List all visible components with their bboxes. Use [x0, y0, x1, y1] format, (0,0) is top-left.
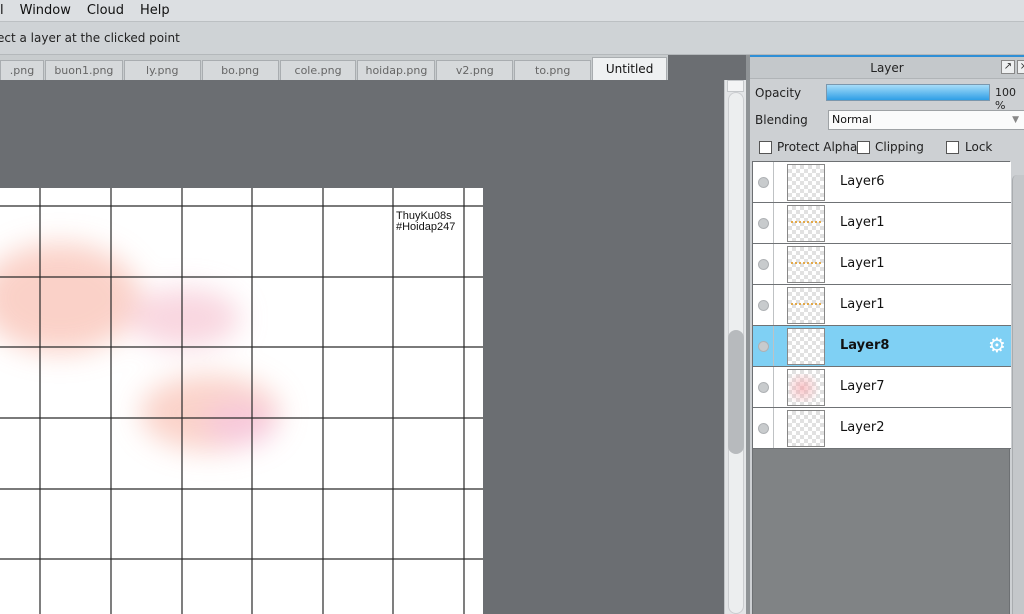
layer-name: Layer6	[840, 174, 885, 189]
divider	[773, 285, 774, 325]
layer-row[interactable]: Layer1	[753, 203, 1011, 244]
opacity-value: 100 %	[995, 86, 1016, 112]
layer-thumbnail	[787, 246, 825, 283]
visibility-icon[interactable]	[758, 218, 769, 229]
clipping-checkbox[interactable]	[857, 141, 870, 154]
menu-item-cloud[interactable]: Cloud	[79, 3, 132, 18]
layer-thumbnail	[787, 205, 825, 242]
divider	[773, 367, 774, 407]
tab-buon1[interactable]: buon1.png	[44, 60, 123, 80]
scroll-up-button[interactable]	[727, 80, 744, 92]
layer-name: Layer8	[840, 338, 890, 353]
divider	[773, 162, 774, 202]
visibility-icon[interactable]	[758, 177, 769, 188]
close-icon[interactable]: ×	[1017, 60, 1024, 74]
menu-bar: l Window Cloud Help	[0, 0, 1024, 21]
canvas-vertical-scrollbar[interactable]	[724, 80, 746, 614]
tab-to[interactable]: to.png	[514, 60, 592, 80]
divider	[773, 203, 774, 243]
divider	[773, 244, 774, 284]
visibility-icon[interactable]	[758, 341, 769, 352]
layer-thumbnail	[787, 328, 825, 365]
layer-name: Layer7	[840, 379, 885, 394]
layer-panel: Layer ↗ × Opacity 100 % Blending Normal …	[750, 55, 1024, 614]
layer-name: Layer1	[840, 256, 885, 271]
layer-row-selected[interactable]: Layer8 ⚙	[753, 326, 1011, 367]
document-tab-bar: .png buon1.png ly.png bo.png cole.png ho…	[0, 55, 668, 80]
lock-label: Lock	[965, 140, 993, 154]
layer-name: Layer1	[840, 297, 885, 312]
layer-thumbnail	[787, 410, 825, 447]
canvas-text-note: ThuyKu08s #Hoidap247	[396, 211, 455, 233]
layer-row[interactable]: Layer6	[753, 162, 1011, 203]
tab-png[interactable]: .png	[0, 60, 44, 80]
blending-label: Blending	[755, 113, 808, 127]
opacity-slider[interactable]	[826, 84, 990, 101]
thumbnail-content	[791, 303, 821, 307]
layer-name: Layer1	[840, 215, 885, 230]
layer-name: Layer2	[840, 420, 885, 435]
tab-bo[interactable]: bo.png	[201, 60, 279, 80]
layer-list: Layer6 Layer1 Layer1 Layer1 Layer8 ⚙ Lay…	[752, 161, 1011, 614]
opacity-label: Opacity	[755, 86, 802, 100]
tool-hint-text: ect a layer at the clicked point	[0, 31, 180, 45]
scroll-thumb[interactable]	[728, 330, 744, 454]
layer-row[interactable]: Layer1	[753, 285, 1011, 326]
tab-cole[interactable]: cole.png	[279, 60, 357, 80]
thumbnail-content	[791, 221, 821, 225]
chevron-down-icon: ▼	[1012, 115, 1019, 125]
visibility-icon[interactable]	[758, 300, 769, 311]
canvas-area[interactable]: ThuyKu08s #Hoidap247	[0, 80, 724, 614]
drawing-canvas[interactable]: ThuyKu08s #Hoidap247	[0, 188, 483, 614]
menu-item-help[interactable]: Help	[132, 3, 178, 18]
tab-untitled[interactable]: Untitled	[592, 57, 668, 80]
menu-item-window[interactable]: Window	[12, 3, 79, 18]
menu-item-truncated[interactable]: l	[0, 3, 12, 18]
protect-alpha-checkbox[interactable]	[759, 141, 772, 154]
thumbnail-content	[789, 374, 823, 402]
clipping-label: Clipping	[875, 140, 924, 154]
canvas-note-line-2: #Hoidap247	[396, 221, 456, 233]
divider	[773, 408, 774, 448]
visibility-icon[interactable]	[758, 259, 769, 270]
layer-panel-title: Layer	[750, 57, 1024, 79]
layer-row[interactable]: Layer7	[753, 367, 1011, 408]
layer-thumbnail	[787, 164, 825, 201]
thumbnail-content	[791, 262, 821, 266]
layer-row[interactable]: Layer1	[753, 244, 1011, 285]
canvas-artwork	[0, 188, 483, 614]
tool-hint-bar: ect a layer at the clicked point	[0, 21, 1024, 55]
layer-thumbnail	[787, 369, 825, 406]
visibility-icon[interactable]	[758, 382, 769, 393]
layer-row[interactable]: Layer2	[753, 408, 1011, 449]
protect-alpha-label: Protect Alpha	[777, 140, 858, 154]
lock-checkbox[interactable]	[946, 141, 959, 154]
undock-icon[interactable]: ↗	[1001, 60, 1015, 74]
layer-list-scrollbar[interactable]	[1012, 175, 1024, 614]
layer-thumbnail	[787, 287, 825, 324]
gear-icon[interactable]: ⚙	[987, 335, 1007, 355]
blending-select[interactable]: Normal ▼	[828, 110, 1024, 130]
tab-v2[interactable]: v2.png	[436, 60, 514, 80]
divider	[773, 326, 774, 366]
tab-hoidap[interactable]: hoidap.png	[357, 60, 436, 80]
visibility-icon[interactable]	[758, 423, 769, 434]
tab-ly[interactable]: ly.png	[123, 60, 201, 80]
blending-value: Normal	[832, 113, 872, 126]
